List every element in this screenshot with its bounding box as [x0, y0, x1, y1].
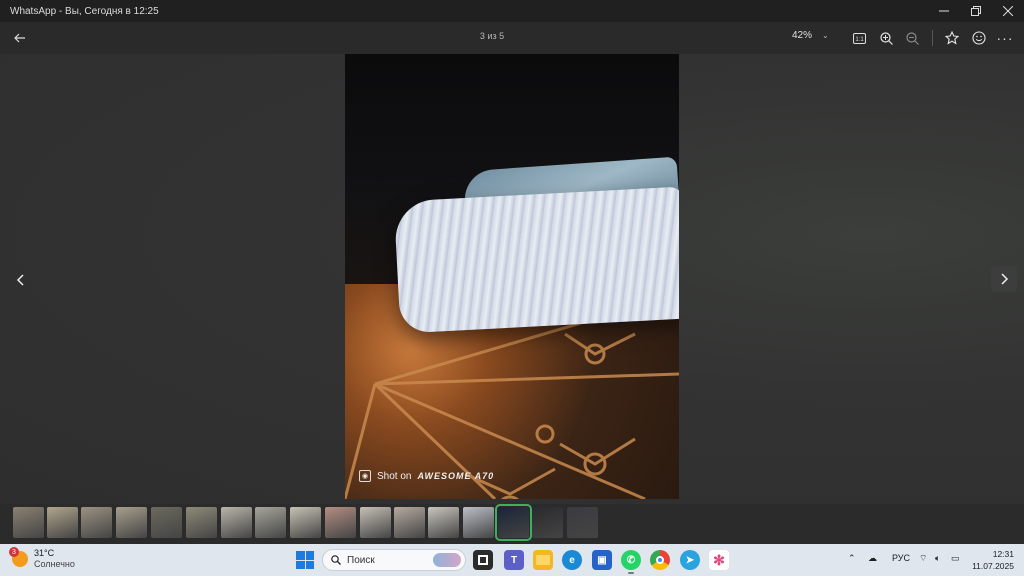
thumbnail[interactable]	[116, 507, 147, 538]
thumbnail[interactable]	[360, 507, 391, 538]
image-viewer: ◉ Shot on AWESOME A70	[0, 54, 1024, 504]
thumbnail[interactable]	[325, 507, 356, 538]
thumbnail[interactable]	[221, 507, 252, 538]
windows-logo-icon	[296, 551, 305, 560]
minimize-icon	[939, 10, 949, 12]
task-view-icon	[478, 555, 488, 565]
clock[interactable]: 12:31 11.07.2025	[970, 548, 1014, 572]
thumbnail-strip	[0, 504, 1024, 542]
photo-pillow	[393, 186, 679, 334]
teams-icon: T	[510, 554, 518, 566]
photo: ◉ Shot on AWESOME A70	[345, 54, 679, 499]
next-image-button[interactable]	[991, 266, 1017, 292]
whatsapp-icon: ✆	[626, 554, 636, 566]
title-bar: WhatsApp - Вы, Сегодня в 12:25	[0, 0, 1024, 22]
viewer-toolbar: 3 из 5 42% ⌄ 1:1 ···	[0, 22, 1024, 54]
search-icon	[331, 555, 341, 565]
battery-icon[interactable]: ▭	[951, 553, 960, 564]
folder-icon	[536, 555, 550, 565]
task-view-button[interactable]	[473, 550, 493, 570]
arrow-left-icon	[14, 33, 25, 43]
telegram-app[interactable]: ➤	[680, 550, 700, 570]
weather-widget[interactable]: 3 31°C Солнечно	[9, 547, 75, 570]
restore-button[interactable]	[960, 0, 992, 22]
search-placeholder: Поиск	[347, 554, 375, 566]
zoom-out-button[interactable]	[903, 29, 921, 47]
whatsapp-app[interactable]: ✆	[621, 550, 641, 574]
thumbnail[interactable]	[47, 507, 78, 538]
image-counter: 3 из 5	[479, 31, 505, 41]
store-icon: ▣	[597, 554, 607, 566]
teams-app[interactable]: T	[504, 550, 524, 570]
thumbnail[interactable]	[567, 507, 598, 538]
volume-icon[interactable]: 🔈︎	[935, 553, 940, 564]
taskbar: 3 31°C Солнечно Поиск T e ▣ ✆ ➤ ✻ ⌃ ☁ РУ…	[0, 544, 1024, 576]
thumbnail[interactable]	[394, 507, 425, 538]
file-explorer-app[interactable]	[533, 550, 553, 570]
star-button[interactable]	[943, 29, 961, 47]
edge-icon: e	[569, 554, 575, 566]
back-button[interactable]	[10, 28, 30, 48]
thumbnail[interactable]	[428, 507, 459, 538]
chevron-up-icon[interactable]: ⌃	[848, 553, 856, 564]
start-button[interactable]	[296, 551, 314, 569]
zoom-out-icon	[905, 31, 919, 45]
thumbnail[interactable]	[186, 507, 217, 538]
close-button[interactable]	[992, 0, 1024, 22]
zoom-in-button[interactable]	[877, 29, 895, 47]
zoom-in-icon	[879, 31, 893, 45]
window-title: WhatsApp - Вы, Сегодня в 12:25	[10, 5, 159, 17]
chevron-left-icon	[16, 274, 24, 286]
clock-date: 11.07.2025	[972, 561, 1014, 571]
zoom-level: 42%	[792, 30, 813, 41]
restore-icon	[971, 6, 981, 16]
chrome-icon	[656, 556, 664, 564]
close-icon	[1003, 6, 1013, 16]
thumbnail[interactable]	[151, 507, 182, 538]
toolbar-divider	[932, 30, 933, 46]
thumbnail[interactable]	[532, 507, 563, 538]
previous-image-button[interactable]	[8, 267, 34, 293]
onedrive-icon[interactable]: ☁	[868, 553, 877, 564]
camera-icon: ◉	[359, 470, 371, 482]
actual-size-button[interactable]: 1:1	[850, 29, 868, 47]
language-indicator[interactable]: РУС	[892, 553, 910, 563]
telegram-icon: ➤	[685, 554, 695, 566]
wifi-icon[interactable]: ⌔	[919, 553, 927, 564]
actual-size-icon: 1:1	[852, 32, 866, 44]
pinwheel-app[interactable]: ✻	[709, 550, 729, 570]
store-app[interactable]: ▣	[592, 550, 612, 570]
thumbnail[interactable]	[13, 507, 44, 538]
pinwheel-icon: ✻	[713, 551, 725, 568]
clock-time: 12:31	[992, 549, 1014, 559]
watermark-brand: AWESOME A70	[417, 471, 495, 481]
smiley-icon	[972, 31, 986, 45]
edge-app[interactable]: e	[562, 550, 582, 570]
weather-temp: 31°C	[34, 548, 55, 558]
taskbar-search[interactable]: Поиск	[322, 549, 466, 571]
search-highlight-icon	[433, 553, 461, 567]
thumbnail[interactable]	[255, 507, 286, 538]
star-icon	[945, 31, 959, 45]
camera-watermark: ◉ Shot on AWESOME A70	[359, 470, 494, 482]
thumbnail[interactable]	[81, 507, 112, 538]
emoji-react-button[interactable]	[970, 29, 988, 47]
zoom-dropdown[interactable]: 42% ⌄	[792, 30, 829, 41]
chrome-app[interactable]	[650, 550, 670, 570]
watermark-prefix: Shot on	[377, 470, 412, 482]
notification-badge: 3	[9, 547, 19, 557]
sun-icon: 3	[9, 547, 28, 567]
more-options-button[interactable]: ···	[996, 29, 1014, 47]
svg-text:1:1: 1:1	[855, 37, 864, 43]
chevron-down-icon: ⌄	[822, 31, 829, 40]
thumbnail-active[interactable]	[495, 504, 532, 541]
thumbnail[interactable]	[463, 507, 494, 538]
more-icon: ···	[996, 30, 1014, 46]
minimize-button[interactable]	[928, 0, 960, 22]
chevron-right-icon	[1001, 273, 1009, 285]
thumbnail[interactable]	[290, 507, 321, 538]
weather-condition: Солнечно	[34, 559, 75, 569]
